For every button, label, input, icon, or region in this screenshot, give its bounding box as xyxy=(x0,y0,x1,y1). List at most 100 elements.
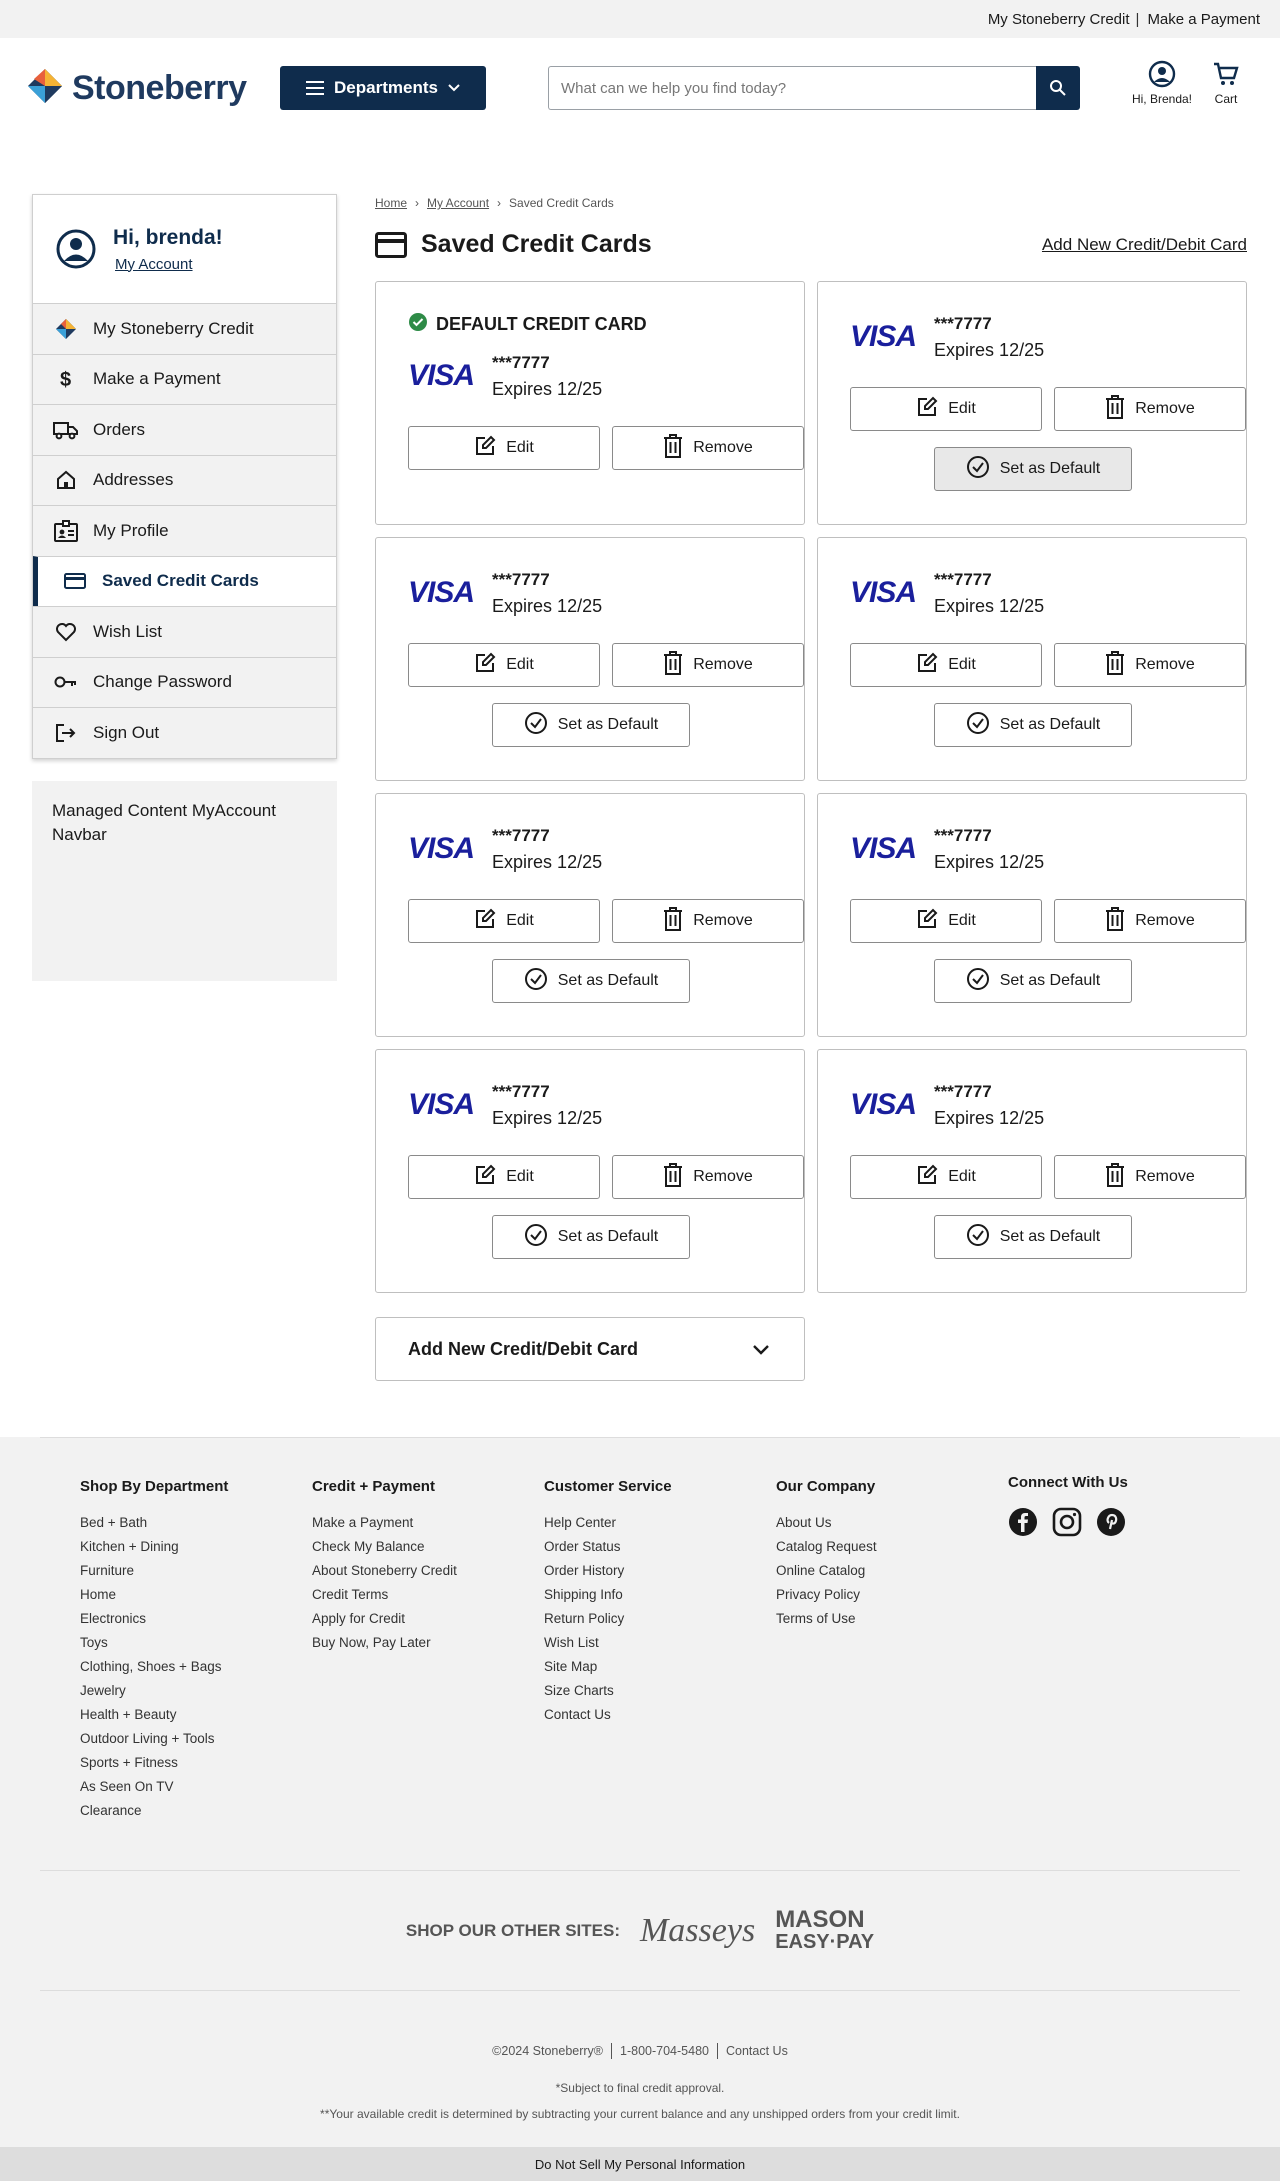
departments-button[interactable]: Departments xyxy=(280,66,486,110)
breadcrumb-my-account[interactable]: My Account xyxy=(427,196,489,210)
greeting-text: Hi, brenda! xyxy=(113,225,223,249)
heart-icon xyxy=(53,622,79,642)
footer-link[interactable]: Terms of Use xyxy=(776,1611,1008,1627)
set-default-button[interactable]: Set as Default xyxy=(492,959,690,1003)
footer-link[interactable]: Make a Payment xyxy=(312,1515,544,1531)
footer-link[interactable]: Buy Now, Pay Later xyxy=(312,1635,544,1651)
phone-link[interactable]: 1-800-704-5480 xyxy=(620,2044,709,2058)
account-menu[interactable]: Hi, Brenda! xyxy=(1132,60,1192,106)
cart-link[interactable]: Cart xyxy=(1212,60,1240,106)
remove-card-button[interactable]: Remove xyxy=(612,1155,804,1199)
footer-link[interactable]: Credit Terms xyxy=(312,1587,544,1603)
footer-link[interactable]: Return Policy xyxy=(544,1611,776,1627)
set-default-button[interactable]: Set as Default xyxy=(934,959,1132,1003)
remove-card-button[interactable]: Remove xyxy=(1054,899,1246,943)
footer-link[interactable]: Order Status xyxy=(544,1539,776,1555)
sidebar-item-orders[interactable]: Orders xyxy=(33,404,336,455)
footer-link[interactable]: Bed + Bath xyxy=(80,1515,312,1531)
breadcrumb-home[interactable]: Home xyxy=(375,196,407,210)
footer-link[interactable]: Sports + Fitness xyxy=(80,1755,312,1771)
footer-link[interactable]: Online Catalog xyxy=(776,1563,1008,1579)
footer-link[interactable]: Apply for Credit xyxy=(312,1611,544,1627)
edit-card-button[interactable]: Edit xyxy=(408,426,600,470)
footer-link[interactable]: Check My Balance xyxy=(312,1539,544,1555)
edit-card-button[interactable]: Edit xyxy=(850,643,1042,687)
footer-link[interactable]: About Stoneberry Credit xyxy=(312,1563,544,1579)
stoneberry-logo[interactable]: Stoneberry xyxy=(24,67,260,109)
footer-link[interactable]: About Us xyxy=(776,1515,1008,1531)
sidebar-item-my-stoneberry-credit[interactable]: My Stoneberry Credit xyxy=(33,303,336,354)
add-card-link[interactable]: Add New Credit/Debit Card xyxy=(1042,235,1247,255)
sidebar-item-addresses[interactable]: Addresses xyxy=(33,454,336,505)
footer-link[interactable]: Wish List xyxy=(544,1635,776,1651)
footer-link[interactable]: Privacy Policy xyxy=(776,1587,1008,1603)
set-default-button[interactable]: Set as Default xyxy=(492,1215,690,1259)
search-button[interactable] xyxy=(1036,66,1080,110)
footer-link[interactable]: Contact Us xyxy=(544,1707,776,1723)
do-not-sell-link[interactable]: Do Not Sell My Personal Information xyxy=(535,2157,745,2172)
credit-link[interactable]: My Stoneberry Credit xyxy=(988,11,1130,28)
check-circle-icon xyxy=(966,967,990,996)
logo-text: Stoneberry xyxy=(72,68,247,107)
edit-card-button[interactable]: Edit xyxy=(850,387,1042,431)
contact-link[interactable]: Contact Us xyxy=(726,2044,788,2058)
sidebar-item-label: Orders xyxy=(93,419,145,439)
remove-card-button[interactable]: Remove xyxy=(612,899,804,943)
footer-link[interactable]: Toys xyxy=(80,1635,312,1651)
account-nav: Hi, brenda! My Account My Stoneberry Cre… xyxy=(32,194,337,759)
departments-label: Departments xyxy=(334,78,438,97)
pinterest-icon[interactable] xyxy=(1096,1507,1126,1542)
footer-link[interactable]: Health + Beauty xyxy=(80,1707,312,1723)
edit-card-button[interactable]: Edit xyxy=(408,643,600,687)
footer-link[interactable]: Order History xyxy=(544,1563,776,1579)
masseys-logo[interactable]: Masseys xyxy=(640,1912,755,1950)
set-default-button[interactable]: Set as Default xyxy=(934,703,1132,747)
footer-link[interactable]: Catalog Request xyxy=(776,1539,1008,1555)
sidebar-item-saved-credit-cards[interactable]: Saved Credit Cards xyxy=(33,555,336,606)
payment-link[interactable]: Make a Payment xyxy=(1147,11,1260,28)
footer-link[interactable]: Home xyxy=(80,1587,312,1603)
footer-link[interactable]: Kitchen + Dining xyxy=(80,1539,312,1555)
edit-card-button[interactable]: Edit xyxy=(850,899,1042,943)
utility-bar: My Stoneberry Credit | Make a Payment xyxy=(0,0,1280,38)
footer-link[interactable]: Help Center xyxy=(544,1515,776,1531)
mason-logo-line2: EASY·PAY xyxy=(775,1930,875,1953)
footer-link[interactable]: Clearance xyxy=(80,1803,312,1819)
sidebar-item-my-profile[interactable]: My Profile xyxy=(33,505,336,556)
dollar-icon: $ xyxy=(53,368,79,390)
remove-card-button[interactable]: Remove xyxy=(612,426,804,470)
instagram-icon[interactable] xyxy=(1052,1507,1082,1542)
footer-link[interactable]: Site Map xyxy=(544,1659,776,1675)
footer-link[interactable]: Shipping Info xyxy=(544,1587,776,1603)
add-card-accordion[interactable]: Add New Credit/Debit Card xyxy=(375,1317,805,1381)
sidebar-item-change-password[interactable]: Change Password xyxy=(33,656,336,707)
search-input[interactable] xyxy=(548,66,1036,110)
mason-easy-pay-logo[interactable]: MASON EASY·PAY xyxy=(775,1907,875,1953)
edit-card-button[interactable]: Edit xyxy=(408,1155,600,1199)
footer-link[interactable]: As Seen On TV xyxy=(80,1779,312,1795)
legal-block: ©2024 Stoneberry® 1-800-704-5480 Contact… xyxy=(40,1990,1240,2147)
footer-link[interactable]: Outdoor Living + Tools xyxy=(80,1731,312,1747)
edit-card-button[interactable]: Edit xyxy=(850,1155,1042,1199)
sidebar-item-wish-list[interactable]: Wish List xyxy=(33,606,336,657)
footer-link[interactable]: Jewelry xyxy=(80,1683,312,1699)
sidebar-item-sign-out[interactable]: Sign Out xyxy=(33,707,336,758)
facebook-icon[interactable] xyxy=(1008,1507,1038,1542)
footer-link[interactable]: Electronics xyxy=(80,1611,312,1627)
my-account-link[interactable]: My Account xyxy=(115,256,223,273)
card-info: VISA ***7777 Expires 12/25 xyxy=(408,570,804,617)
remove-card-button[interactable]: Remove xyxy=(1054,387,1246,431)
remove-card-button[interactable]: Remove xyxy=(1054,643,1246,687)
remove-card-button[interactable]: Remove xyxy=(612,643,804,687)
set-default-label: Set as Default xyxy=(999,1228,1101,1245)
edit-icon xyxy=(474,435,496,462)
set-default-button[interactable]: Set as Default xyxy=(934,1215,1132,1259)
remove-card-button[interactable]: Remove xyxy=(1054,1155,1246,1199)
sidebar-item-make-a-payment[interactable]: $ Make a Payment xyxy=(33,353,336,404)
footer-link[interactable]: Clothing, Shoes + Bags xyxy=(80,1659,312,1675)
set-default-button[interactable]: Set as Default xyxy=(934,447,1132,491)
footer-link[interactable]: Furniture xyxy=(80,1563,312,1579)
edit-card-button[interactable]: Edit xyxy=(408,899,600,943)
footer-link[interactable]: Size Charts xyxy=(544,1683,776,1699)
set-default-button[interactable]: Set as Default xyxy=(492,703,690,747)
